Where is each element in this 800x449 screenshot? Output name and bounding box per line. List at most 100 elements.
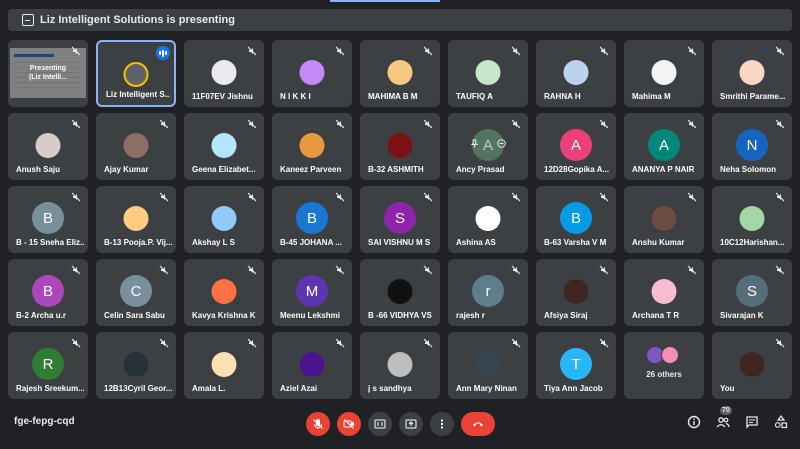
participant-avatar: [211, 60, 237, 85]
mic-off-icon: [313, 419, 323, 429]
others-avatar-stack: [646, 346, 679, 364]
participant-tile[interactable]: 10C12Harishan...: [712, 186, 792, 253]
meeting-details-button[interactable]: [687, 415, 701, 429]
participant-tile[interactable]: B -66 VIDHYA VS: [360, 259, 440, 326]
more-options-icon[interactable]: [497, 139, 506, 148]
participant-tile[interactable]: T Tiya Ann Jacob: [536, 332, 616, 399]
participant-tile[interactable]: TAUFIQ A: [448, 40, 528, 107]
camera-toggle-button[interactable]: [337, 412, 361, 436]
participant-name: Mahima M: [632, 92, 671, 101]
participant-name: TAUFIQ A: [456, 92, 493, 101]
participant-avatar: [299, 60, 325, 85]
participant-tile[interactable]: A 12D28Gopika A...: [536, 113, 616, 180]
audio-muted-icon: [423, 119, 433, 129]
participant-tile[interactable]: Kavya Krishna K: [184, 259, 264, 326]
participant-tile[interactable]: A Ancy Prasad: [448, 113, 528, 180]
microphone-toggle-button[interactable]: [306, 412, 330, 436]
audio-muted-icon: [599, 46, 609, 56]
others-tile[interactable]: 26 others: [624, 332, 704, 399]
activities-button[interactable]: [774, 415, 788, 429]
audio-muted-icon: [687, 46, 697, 56]
participant-tile[interactable]: S SAI VISHNU M S: [360, 186, 440, 253]
presentation-tile[interactable]: Presenting (Liz Intelli...: [8, 40, 88, 107]
audio-muted-icon: [335, 192, 345, 202]
participant-tile[interactable]: M Meenu Lekshmi: [272, 259, 352, 326]
participant-avatar: [387, 279, 413, 304]
participant-tile[interactable]: Amala L.: [184, 332, 264, 399]
participant-tile[interactable]: Ashina AS: [448, 186, 528, 253]
participant-tile[interactable]: N I K K I: [272, 40, 352, 107]
audio-muted-icon: [247, 192, 257, 202]
participant-tile[interactable]: R Rajesh Sreekum...: [8, 332, 88, 399]
participant-avatar: [475, 60, 501, 85]
participant-name: MAHIMA B M: [368, 92, 418, 101]
participant-avatar: [651, 60, 677, 85]
participant-tile[interactable]: RAHNA H: [536, 40, 616, 107]
participant-avatar: [651, 206, 677, 231]
participant-tile[interactable]: Akshay L S: [184, 186, 264, 253]
people-icon: [716, 417, 730, 428]
participant-tile[interactable]: r rajesh r: [448, 259, 528, 326]
participant-tile[interactable]: Kaneez Parveen: [272, 113, 352, 180]
participant-name: Celin Sara Sabu: [104, 311, 165, 320]
participant-tile[interactable]: Afsiya Siraj: [536, 259, 616, 326]
participant-avatar: [563, 279, 589, 304]
leave-call-button[interactable]: [461, 412, 495, 436]
chat-button[interactable]: [745, 415, 759, 429]
participant-name: Akshay L S: [192, 238, 235, 247]
people-button[interactable]: 70: [716, 406, 732, 429]
audio-muted-icon: [71, 192, 81, 202]
present-now-button[interactable]: [399, 412, 423, 436]
self-tile[interactable]: You: [712, 332, 792, 399]
others-count-label: 26 others: [646, 370, 682, 379]
participant-avatar: S: [384, 202, 416, 234]
participant-tile[interactable]: Liz Intelligent S...: [96, 40, 176, 107]
more-options-button[interactable]: [430, 412, 454, 436]
participant-tile[interactable]: Geena Elizabet...: [184, 113, 264, 180]
participant-avatar: B: [32, 202, 64, 234]
participant-tile[interactable]: B-32 ASHMITH: [360, 113, 440, 180]
presentation-line1: Presenting: [29, 65, 67, 72]
participant-avatar: [211, 352, 237, 377]
audio-muted-icon: [599, 338, 609, 348]
participant-tile[interactable]: B-13 Pooja.P. Vij...: [96, 186, 176, 253]
bottom-control-bar: fge-fepg-cqd 70: [0, 405, 800, 449]
participant-name: B - 15 Sneha Eliz...: [16, 238, 84, 247]
participant-tile[interactable]: MAHIMA B M: [360, 40, 440, 107]
self-avatar: [739, 352, 765, 377]
participant-tile[interactable]: C Celin Sara Sabu: [96, 259, 176, 326]
participant-name: B-63 Varsha V M: [544, 238, 607, 247]
participant-tile[interactable]: Anshu Kumar: [624, 186, 704, 253]
participant-tile[interactable]: 12B13Cyril Geor...: [96, 332, 176, 399]
more-vert-icon: [440, 419, 444, 429]
participant-tile[interactable]: 11F07EV Jishnu: [184, 40, 264, 107]
participant-tile[interactable]: Ann Mary Ninan: [448, 332, 528, 399]
call-controls: [306, 412, 495, 436]
meeting-code: fge-fepg-cqd: [14, 416, 75, 427]
audio-muted-icon: [71, 338, 81, 348]
participant-tile[interactable]: j s sandhya: [360, 332, 440, 399]
participant-tile[interactable]: B B-63 Varsha V M: [536, 186, 616, 253]
participant-tile[interactable]: N Neha Solomon: [712, 113, 792, 180]
participant-tile[interactable]: Aziel Azai: [272, 332, 352, 399]
participant-tile[interactable]: Ajay Kumar: [96, 113, 176, 180]
audio-muted-icon: [687, 265, 697, 275]
participant-tile[interactable]: Smrithi Parame...: [712, 40, 792, 107]
audio-muted-icon: [247, 119, 257, 129]
participant-tile[interactable]: Anush Saju: [8, 113, 88, 180]
participant-avatar: B: [560, 202, 592, 234]
audio-muted-icon: [599, 119, 609, 129]
participant-tile[interactable]: B B-45 JOHANA ...: [272, 186, 352, 253]
participant-tile[interactable]: B B - 15 Sneha Eliz...: [8, 186, 88, 253]
audio-muted-icon: [687, 192, 697, 202]
participant-tile[interactable]: S Sivarajan K: [712, 259, 792, 326]
participant-name: Meenu Lekshmi: [280, 311, 341, 320]
participant-tile[interactable]: Mahima M: [624, 40, 704, 107]
participant-tile[interactable]: Archana T R: [624, 259, 704, 326]
participant-tile[interactable]: B B-2 Archa u.r: [8, 259, 88, 326]
info-icon: [687, 415, 701, 429]
captions-button[interactable]: [368, 412, 392, 436]
pin-icon[interactable]: [470, 139, 479, 148]
closed-captions-icon: [374, 419, 386, 429]
participant-tile[interactable]: A ANANYA P NAIR: [624, 113, 704, 180]
